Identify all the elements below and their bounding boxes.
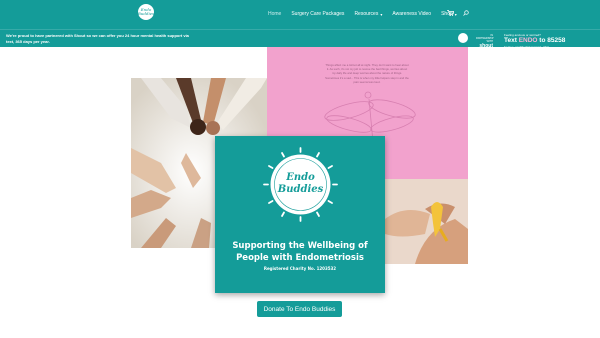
search-icon[interactable] <box>463 10 469 16</box>
awareness-ribbon-photo <box>385 179 468 264</box>
shout-banner: We're proud to have partnered with Shout… <box>0 29 600 49</box>
nav-resources[interactable]: Resources ▾ <box>354 11 382 17</box>
shout-badge: IN PARTNERSHIP WITH shout <box>476 34 494 49</box>
nav-awareness-video[interactable]: Awareness Video <box>392 11 431 17</box>
banner-text: We're proud to have partnered with Shout… <box>6 33 189 44</box>
hero-card: Endo Buddies Supporting the Wellbeing of… <box>215 136 385 293</box>
shout-logo-icon <box>458 33 468 43</box>
nav-surgery-care-packages[interactable]: Surgery Care Packages <box>291 11 344 17</box>
cart-icon[interactable] <box>447 10 454 16</box>
site-header: Endo Buddies Home Surgery Care Packages R… <box>0 0 600 29</box>
quote-text: Things affect me a lot/not all at night.… <box>325 63 409 84</box>
hero-title: Supporting the Wellbeing of People with E… <box>232 241 368 263</box>
main-nav: Home Surgery Care Packages Resources ▾ Aw… <box>268 10 467 18</box>
site-logo[interactable]: Endo Buddies <box>138 4 154 20</box>
chevron-down-icon: ▾ <box>454 11 457 17</box>
charity-number: Registered Charity No. 1203532 <box>263 266 337 271</box>
donate-button[interactable]: Donate To Endo Buddies <box>257 301 342 317</box>
nav-home[interactable]: Home <box>268 11 281 17</box>
chevron-down-icon: ▾ <box>380 11 383 17</box>
text-support-cta: Feeling anxious or worried? Text ENDO to… <box>504 33 566 49</box>
endo-buddies-logo: Endo Buddies <box>263 147 338 222</box>
